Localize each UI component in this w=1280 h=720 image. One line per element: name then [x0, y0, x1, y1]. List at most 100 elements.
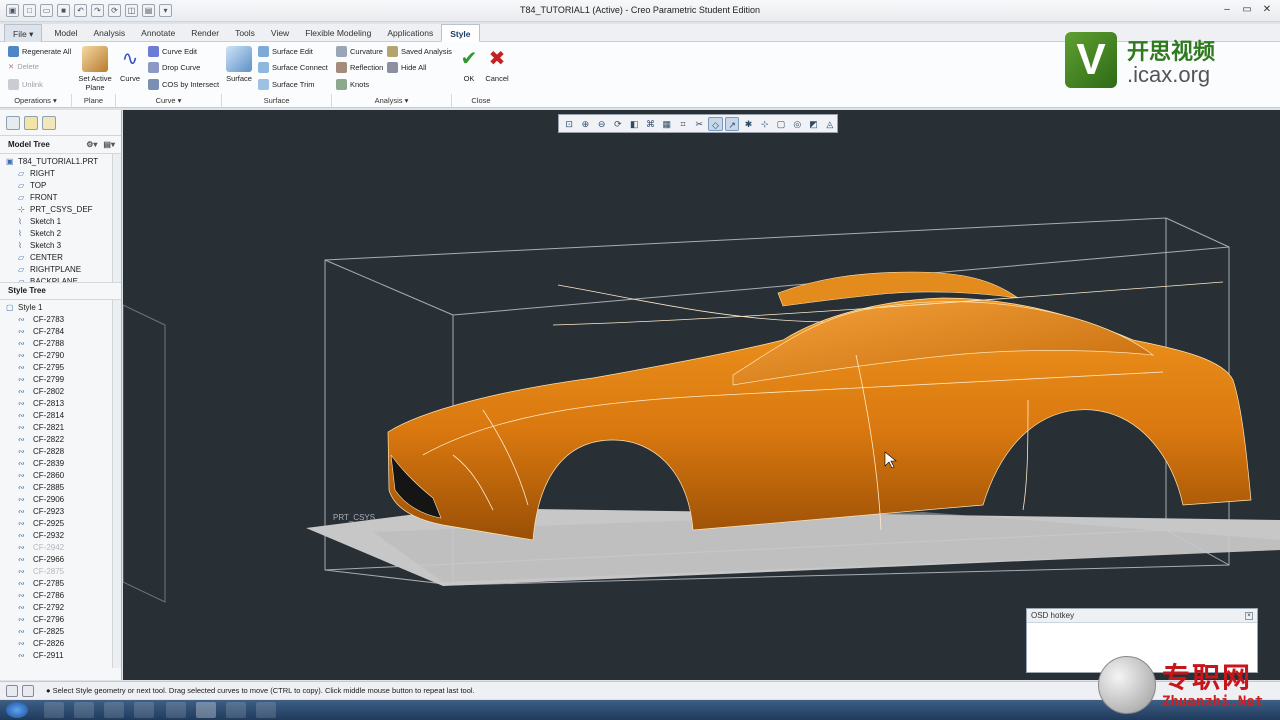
close-icon[interactable]: ✕: [1260, 3, 1274, 17]
model-tree-item[interactable]: ⌇ Sketch 2: [6, 228, 121, 240]
maximize-icon[interactable]: ▭: [1240, 3, 1254, 17]
style-tree-item[interactable]: ∾ CF-2796: [6, 614, 121, 626]
style-tree-item[interactable]: ∾ CF-2923: [6, 506, 121, 518]
taskbar-creo-icon[interactable]: [196, 702, 216, 718]
navigator-toggle-icon[interactable]: [6, 685, 18, 697]
surface-button[interactable]: Surface: [224, 46, 254, 83]
style-tree-item[interactable]: ∾ CF-2813: [6, 398, 121, 410]
style-tree-item[interactable]: ∾ CF-2799: [6, 374, 121, 386]
section-icon[interactable]: ✂: [692, 117, 706, 131]
style-tree-item[interactable]: ∾ CF-2932: [6, 530, 121, 542]
style-tree-item[interactable]: ∾ CF-2783: [6, 314, 121, 326]
model-tree-item[interactable]: ▱ TOP: [6, 180, 121, 192]
cos-by-intersect-button[interactable]: COS by Intersect: [148, 79, 219, 90]
surface-edit-button[interactable]: Surface Edit: [258, 46, 313, 57]
model-tree-item[interactable]: ▱ RIGHT: [6, 168, 121, 180]
taskbar-app-1-icon[interactable]: [44, 702, 64, 718]
group-curve[interactable]: Curve ▾: [116, 94, 222, 108]
taskbar-app-4-icon[interactable]: [134, 702, 154, 718]
spin-center-icon[interactable]: ◎: [790, 117, 804, 131]
style-tree-item[interactable]: ∾ CF-2966: [6, 554, 121, 566]
tab-applications[interactable]: Applications: [379, 24, 441, 42]
appearance-icon[interactable]: ◬: [823, 117, 837, 131]
folder-browser-tab-icon[interactable]: [24, 115, 38, 130]
annotations-icon[interactable]: ▢: [774, 117, 788, 131]
style-tree-item[interactable]: ∾ CF-2942: [6, 542, 121, 554]
style-tree-item[interactable]: ∾ CF-2802: [6, 386, 121, 398]
view-manager-icon[interactable]: ▦: [660, 117, 674, 131]
reflection-button[interactable]: Reflection: [336, 62, 383, 73]
style-tree-item[interactable]: ∾ CF-2925: [6, 518, 121, 530]
model-tree-item[interactable]: ▱ RIGHTPLANE: [6, 264, 121, 276]
style-tree-item[interactable]: ∾ CF-2860: [6, 470, 121, 482]
style-tree-item[interactable]: ∾ CF-2790: [6, 350, 121, 362]
style-tree-item[interactable]: ∾ CF-2786: [6, 590, 121, 602]
model-tree-item[interactable]: ⌇ Sketch 3: [6, 240, 121, 252]
tab-tools[interactable]: Tools: [227, 24, 263, 42]
model-tree-tab-icon[interactable]: [6, 115, 20, 130]
saved-orientations-icon[interactable]: ⌘: [643, 117, 657, 131]
style-tree-item[interactable]: ∾ CF-2792: [6, 602, 121, 614]
set-active-plane-button[interactable]: Set Active Plane: [76, 46, 114, 92]
group-analysis[interactable]: Analysis ▾: [332, 94, 452, 108]
tab-style[interactable]: Style: [441, 23, 480, 42]
style-tree-item[interactable]: ∾ CF-2885: [6, 482, 121, 494]
tab-model[interactable]: Model: [46, 24, 85, 42]
graphics-viewport[interactable]: PRT_CSYS: [123, 110, 1280, 680]
datum-axes-icon[interactable]: ↗: [724, 116, 740, 131]
style-tree-item[interactable]: ∾ CF-2839: [6, 458, 121, 470]
zoom-out-icon[interactable]: ⊖: [595, 117, 609, 131]
style-tree-item[interactable]: ∾ CF-2828: [6, 446, 121, 458]
surface-trim-button[interactable]: Surface Trim: [258, 79, 315, 90]
start-button-icon[interactable]: [6, 702, 28, 718]
display-style-icon[interactable]: ◧: [627, 117, 641, 131]
taskbar-explorer-icon[interactable]: [226, 702, 246, 718]
style-tree-item[interactable]: ∾ CF-2795: [6, 362, 121, 374]
style-tree-item[interactable]: ∾ CF-2875: [6, 566, 121, 578]
delete-button[interactable]: ✕ Delete: [8, 62, 39, 71]
curve-edit-button[interactable]: Curve Edit: [148, 46, 197, 57]
hide-all-button[interactable]: Hide All: [387, 62, 426, 73]
style-tree-item[interactable]: ∾ CF-2822: [6, 434, 121, 446]
unlink-button[interactable]: Unlink: [8, 79, 43, 90]
datum-points-icon[interactable]: ✱: [741, 117, 755, 131]
style-tree-item[interactable]: ∾ CF-2788: [6, 338, 121, 350]
model-tree-item[interactable]: ▱ CENTER: [6, 252, 121, 264]
style-tree-item[interactable]: ∾ CF-2825: [6, 626, 121, 638]
curve-button[interactable]: ∿ Curve: [119, 46, 141, 83]
taskbar-app-2-icon[interactable]: [74, 702, 94, 718]
cancel-button[interactable]: ✖ Cancel: [484, 46, 510, 83]
style-tree-item[interactable]: ∾ CF-2785: [6, 578, 121, 590]
style-tree-item[interactable]: ∾ CF-2826: [6, 638, 121, 650]
surface-connect-button[interactable]: Surface Connect: [258, 62, 328, 73]
tab-file[interactable]: File ▾: [4, 23, 43, 42]
style-root[interactable]: ▢ Style 1: [6, 302, 121, 314]
tab-render[interactable]: Render: [183, 24, 227, 42]
model-tree-item[interactable]: ▱ FRONT: [6, 192, 121, 204]
browser-toggle-icon[interactable]: [22, 685, 34, 697]
saved-analysis-button[interactable]: Saved Analysis: [387, 46, 452, 57]
drop-curve-button[interactable]: Drop Curve: [148, 62, 200, 73]
regenerate-all-button[interactable]: Regenerate All: [8, 46, 71, 57]
repaint-icon[interactable]: ⟳: [611, 117, 625, 131]
style-tree-item[interactable]: ∾ CF-2814: [6, 410, 121, 422]
csys-icon[interactable]: ⊹: [758, 117, 772, 131]
model-tree-item[interactable]: ⊹ PRT_CSYS_DEF: [6, 204, 121, 216]
tree-show-icon[interactable]: ▤▾: [103, 136, 115, 154]
taskbar-app-8-icon[interactable]: [256, 702, 276, 718]
style-tree-item[interactable]: ∾ CF-2784: [6, 326, 121, 338]
style-tree-item[interactable]: ∾ CF-2906: [6, 494, 121, 506]
taskbar-chrome-icon[interactable]: [166, 702, 186, 718]
visual-style-icon[interactable]: ◩: [806, 117, 820, 131]
taskbar-app-3-icon[interactable]: [104, 702, 124, 718]
datum-planes-icon[interactable]: ◇: [708, 116, 723, 131]
model-tree-scrollbar[interactable]: [112, 154, 121, 282]
model-tree-item[interactable]: ▱ BACKPLANE: [6, 276, 121, 282]
minimize-icon[interactable]: –: [1220, 3, 1234, 17]
style-tree-item[interactable]: ∾ CF-2911: [6, 650, 121, 662]
knots-button[interactable]: Knots: [336, 79, 369, 90]
model-tree-item[interactable]: ⌇ Sketch 1: [6, 216, 121, 228]
refit-icon[interactable]: ⊡: [562, 117, 576, 131]
favorites-tab-icon[interactable]: [42, 115, 56, 130]
curvature-button[interactable]: Curvature: [336, 46, 383, 57]
